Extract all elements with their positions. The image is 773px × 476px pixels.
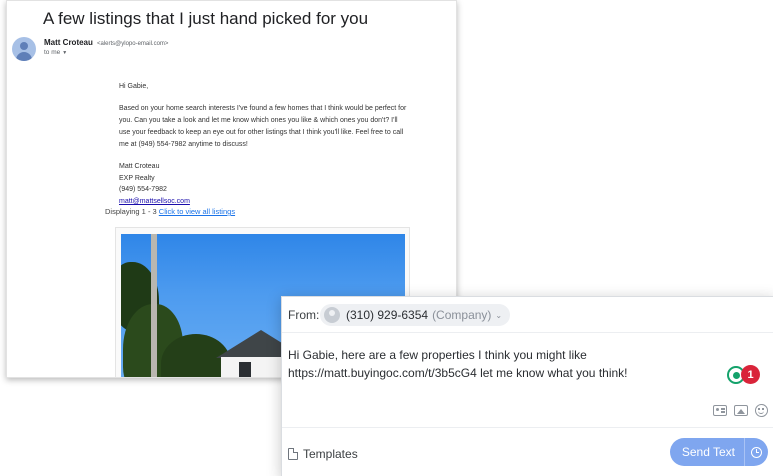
signature-phone: (949) 554-7982 bbox=[119, 186, 167, 193]
send-group: Send Text bbox=[669, 438, 768, 466]
signature-company: EXP Realty bbox=[119, 174, 155, 182]
from-row: From: (310) 929-6354 (Company) ⌄ bbox=[282, 297, 773, 333]
signature-name: Matt Croteau bbox=[119, 163, 160, 170]
issues-count-badge[interactable]: 1 bbox=[741, 365, 760, 384]
email-body: Hi Gabie, Based on your home search inte… bbox=[119, 81, 409, 207]
emoji-icon[interactable] bbox=[755, 404, 768, 417]
document-icon bbox=[288, 448, 298, 460]
displaying-count: Displaying 1 - 3 Click to view all listi… bbox=[105, 207, 235, 216]
chevron-down-icon: ▼ bbox=[62, 50, 68, 56]
signature-email-link[interactable]: matt@mattsellsoc.com bbox=[119, 196, 409, 208]
image-icon[interactable] bbox=[734, 405, 748, 416]
avatar-head bbox=[20, 42, 28, 50]
body-paragraph: Based on your home search interests I've… bbox=[119, 105, 407, 148]
send-text-button[interactable]: Send Text bbox=[669, 438, 744, 466]
sender-line: Matt Croteau <alerts@ylopo-email.com> bbox=[44, 38, 168, 47]
avatar-body bbox=[16, 52, 32, 61]
composer-footer: Templates Send Text bbox=[282, 427, 773, 476]
sender-name[interactable]: Matt Croteau bbox=[44, 38, 93, 47]
pole bbox=[151, 234, 157, 377]
composer-tools bbox=[713, 404, 768, 417]
house-window bbox=[239, 362, 251, 377]
sender-email: <alerts@ylopo-email.com> bbox=[96, 41, 169, 47]
contact-card-icon[interactable] bbox=[713, 405, 727, 416]
from-number: (310) 929-6354 bbox=[346, 308, 429, 322]
schedule-send-button[interactable] bbox=[744, 438, 768, 466]
signature: Matt Croteau EXP Realty (949) 554-7982 m… bbox=[119, 161, 409, 207]
view-all-listings-link[interactable]: Click to view all listings bbox=[159, 207, 235, 216]
clock-icon bbox=[751, 446, 762, 458]
bulb-icon bbox=[732, 371, 740, 379]
chevron-down-icon: ⌄ bbox=[495, 310, 503, 320]
from-tag: (Company) bbox=[432, 308, 492, 322]
screen: A few listings that I just hand picked f… bbox=[0, 0, 773, 476]
displaying-text: Displaying 1 - 3 bbox=[105, 207, 157, 216]
greeting: Hi Gabie, bbox=[119, 83, 149, 90]
recipient-label: to me bbox=[44, 49, 61, 56]
recipient-toggle[interactable]: to me ▼ bbox=[44, 49, 67, 56]
phone-avatar-icon bbox=[324, 307, 340, 323]
message-input[interactable]: Hi Gabie, here are a few properties I th… bbox=[288, 346, 766, 382]
email-subject: A few listings that I just hand picked f… bbox=[43, 9, 369, 28]
from-label: From: bbox=[288, 308, 320, 322]
sender-avatar[interactable] bbox=[12, 37, 36, 61]
sms-composer: From: (310) 929-6354 (Company) ⌄ Hi Gabi… bbox=[281, 296, 773, 476]
templates-button[interactable]: Templates bbox=[288, 447, 358, 461]
from-number-select[interactable]: (310) 929-6354 (Company) ⌄ bbox=[320, 304, 511, 326]
templates-label: Templates bbox=[303, 447, 358, 461]
